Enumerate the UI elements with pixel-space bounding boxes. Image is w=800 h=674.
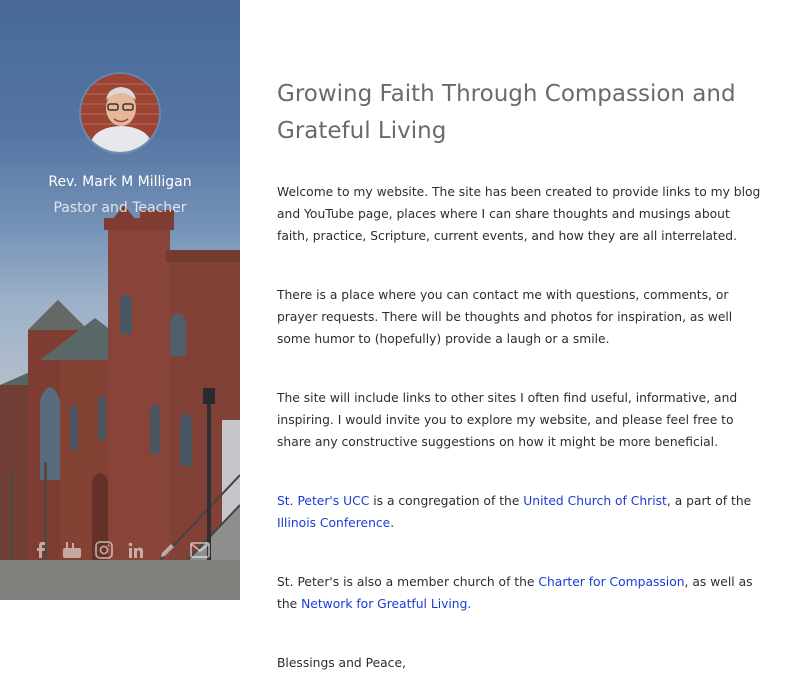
network-for-greatful-living-link[interactable]: Network for Greatful Living. — [301, 597, 471, 611]
links-paragraph: The site will include links to other sit… — [277, 391, 738, 449]
linkedin-icon[interactable] — [124, 539, 148, 561]
profile-role: Pastor and Teacher — [53, 200, 187, 216]
page-title: Growing Faith Through Compassion and Gra… — [277, 76, 765, 150]
membership-text-1: St. Peter's is also a member church of t… — [277, 575, 539, 589]
instagram-icon[interactable] — [92, 539, 116, 561]
contact-paragraph: There is a place where you can contact m… — [277, 288, 733, 346]
sidebar: Rev. Mark M Milligan Pastor and Teacher — [0, 0, 240, 600]
page-title-line2: Grateful Living — [277, 118, 447, 144]
congregation-text-1: is a congregation of the — [369, 494, 524, 508]
congregation-text-2: , a part of the — [666, 494, 752, 508]
intro-paragraph: Welcome to my website. The site has been… — [277, 185, 761, 243]
closing-paragraph: Blessings and Peace, — [277, 656, 406, 670]
charter-for-compassion-link[interactable]: Charter for Compassion — [538, 575, 684, 589]
united-church-of-christ-link[interactable]: United Church of Christ — [523, 494, 667, 508]
membership-paragraph: St. Peter's is also a member church of t… — [277, 571, 765, 615]
social-links — [0, 539, 240, 561]
congregation-paragraph: St. Peter's UCC is a congregation of the… — [277, 490, 765, 534]
profile-card: Rev. Mark M Milligan Pastor and Teacher — [0, 74, 240, 216]
facebook-icon[interactable] — [28, 539, 52, 561]
avatar[interactable] — [81, 74, 159, 152]
youtube-icon[interactable] — [60, 539, 84, 561]
profile-name: Rev. Mark M Milligan — [48, 174, 192, 190]
congregation-text-3: . — [390, 516, 395, 530]
email-icon[interactable] — [188, 539, 212, 561]
avatar-photo — [81, 74, 159, 152]
st-peters-ucc-link[interactable]: St. Peter's UCC — [277, 494, 369, 508]
illinois-conference-link[interactable]: Illinois Conference — [277, 516, 390, 530]
page-title-line1: Growing Faith Through Compassion and — [277, 81, 736, 107]
blog-icon[interactable] — [156, 539, 180, 561]
main-content: Growing Faith Through Compassion and Gra… — [277, 76, 765, 674]
